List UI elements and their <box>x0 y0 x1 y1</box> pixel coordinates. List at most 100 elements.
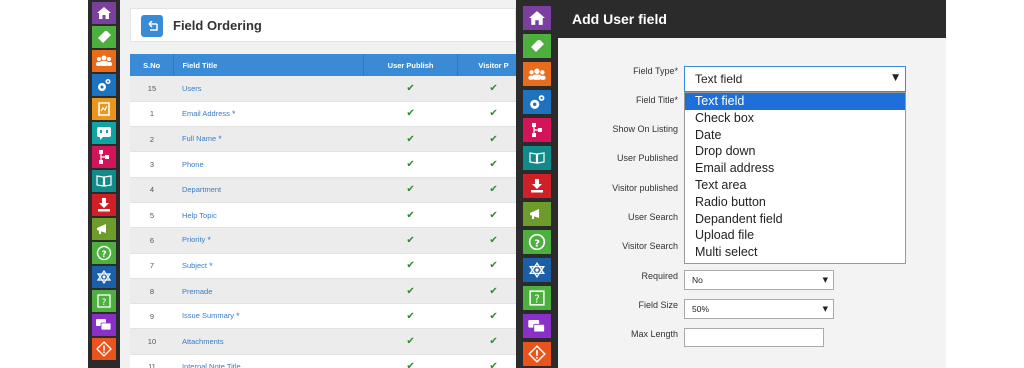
table-row[interactable]: 4 Department ✔ ✔ <box>130 177 516 203</box>
cell-field-title[interactable]: Issue Summary * <box>173 303 364 330</box>
table-row[interactable]: 7 Subject * ✔ ✔ <box>130 253 516 279</box>
book-icon[interactable] <box>523 146 551 170</box>
cell-visitor-publish[interactable]: ✔ <box>457 177 516 203</box>
cell-visitor-publish[interactable]: ✔ <box>457 202 516 229</box>
ticket-icon[interactable] <box>92 26 116 48</box>
cell-visitor-publish[interactable]: ✔ <box>457 227 516 254</box>
cell-visitor-publish[interactable]: ✔ <box>457 278 516 305</box>
field-title-link[interactable]: Department <box>182 185 221 194</box>
header-sno[interactable]: S.No <box>130 54 175 76</box>
megaphone-icon[interactable] <box>523 202 551 226</box>
cell-field-title[interactable]: Department <box>173 177 364 203</box>
field-title-link[interactable]: Subject <box>182 261 207 270</box>
field-type-option[interactable]: Date <box>685 127 905 144</box>
users-icon[interactable] <box>92 50 116 72</box>
field-title-link[interactable]: Phone <box>182 160 204 169</box>
header-field-title[interactable]: Field Title <box>173 54 365 76</box>
field-type-option[interactable]: Drop down <box>685 143 905 160</box>
header-visitor-publish[interactable]: Visitor P <box>457 54 516 76</box>
cell-field-title[interactable]: Attachments <box>173 328 364 355</box>
cell-user-publish[interactable]: ✔ <box>363 202 458 229</box>
megaphone-icon[interactable] <box>92 218 116 240</box>
cell-visitor-publish[interactable]: ✔ <box>457 126 516 153</box>
field-title-link[interactable]: Issue Summary <box>182 311 234 320</box>
field-title-link[interactable]: Priority <box>182 235 205 244</box>
warning-icon[interactable] <box>523 342 551 366</box>
question-card-icon[interactable]: ? <box>92 290 116 312</box>
cell-field-title[interactable]: Full Name * <box>173 126 364 153</box>
table-row[interactable]: 8 Premade ✔ ✔ <box>130 278 516 305</box>
field-title-link[interactable]: Attachments <box>182 337 224 346</box>
cell-user-publish[interactable]: ✔ <box>363 101 458 128</box>
arrow-back-icon[interactable] <box>141 15 163 37</box>
cell-user-publish[interactable]: ✔ <box>363 328 458 355</box>
cell-field-title[interactable]: Internal Note Title <box>173 354 364 368</box>
field-type-option[interactable]: Upload file <box>685 227 905 244</box>
field-type-select[interactable]: Text field ▼ <box>684 66 906 92</box>
cell-field-title[interactable]: Email Address * <box>173 101 364 128</box>
cell-visitor-publish[interactable]: ✔ <box>457 76 516 102</box>
cell-user-publish[interactable]: ✔ <box>363 227 458 254</box>
help-icon[interactable]: ? <box>92 242 116 264</box>
gears-icon[interactable] <box>92 74 116 96</box>
required-select[interactable]: No ▼ <box>684 270 834 290</box>
cell-user-publish[interactable]: ✔ <box>363 253 458 279</box>
cell-field-title[interactable]: Phone <box>173 151 364 178</box>
field-type-option[interactable]: Text area <box>685 177 905 194</box>
table-row[interactable]: 6 Priority * ✔ ✔ <box>130 227 516 254</box>
cell-visitor-publish[interactable]: ✔ <box>457 151 516 178</box>
cell-visitor-publish[interactable]: ✔ <box>457 253 516 279</box>
network-icon[interactable] <box>523 258 551 282</box>
table-row[interactable]: 5 Help Topic ✔ ✔ <box>130 202 516 229</box>
field-type-option[interactable]: Radio button <box>685 194 905 211</box>
table-row[interactable]: 10 Attachments ✔ ✔ <box>130 328 516 355</box>
field-type-option[interactable]: Check box <box>685 110 905 127</box>
cell-visitor-publish[interactable]: ✔ <box>457 101 516 128</box>
table-row[interactable]: 9 Issue Summary * ✔ ✔ <box>130 303 516 330</box>
field-title-link[interactable]: Help Topic <box>182 211 217 220</box>
field-title-link[interactable]: Full Name <box>182 134 216 143</box>
table-row[interactable]: 15 Users ✔ ✔ <box>130 76 516 102</box>
cell-visitor-publish[interactable]: ✔ <box>457 354 516 368</box>
book-icon[interactable] <box>92 170 116 192</box>
download-icon[interactable] <box>92 194 116 216</box>
ticket-icon[interactable] <box>523 34 551 58</box>
users-icon[interactable] <box>523 62 551 86</box>
field-title-link[interactable]: Users <box>182 84 202 93</box>
chat-icon[interactable] <box>92 122 116 144</box>
field-type-option[interactable]: Email address <box>685 160 905 177</box>
network-icon[interactable] <box>92 266 116 288</box>
field-type-option[interactable]: Text field <box>685 93 905 110</box>
home-icon[interactable] <box>523 6 551 30</box>
field-type-option[interactable]: Depandent field <box>685 211 905 228</box>
question-card-icon[interactable]: ? <box>523 286 551 310</box>
field-title-link[interactable]: Email Address <box>182 109 230 118</box>
cell-user-publish[interactable]: ✔ <box>363 126 458 153</box>
cell-user-publish[interactable]: ✔ <box>363 278 458 305</box>
cell-user-publish[interactable]: ✔ <box>363 354 458 368</box>
gears-icon[interactable] <box>523 90 551 114</box>
cell-field-title[interactable]: Priority * <box>173 227 364 254</box>
cell-field-title[interactable]: Subject * <box>173 253 364 279</box>
cell-field-title[interactable]: Users <box>173 76 364 102</box>
cell-user-publish[interactable]: ✔ <box>363 76 458 102</box>
cell-user-publish[interactable]: ✔ <box>363 151 458 178</box>
messages-icon[interactable] <box>92 314 116 336</box>
workflow-icon[interactable] <box>523 118 551 142</box>
max-length-input[interactable] <box>684 328 824 347</box>
field-title-link[interactable]: Premade <box>182 287 212 296</box>
warning-icon[interactable] <box>92 338 116 360</box>
report-icon[interactable] <box>92 98 116 120</box>
field-title-link[interactable]: Internal Note Title <box>182 362 241 368</box>
cell-field-title[interactable]: Premade <box>173 278 364 305</box>
download-icon[interactable] <box>523 174 551 198</box>
field-type-option[interactable]: Multi select <box>685 244 905 261</box>
field-size-select[interactable]: 50% ▼ <box>684 299 834 319</box>
cell-visitor-publish[interactable]: ✔ <box>457 328 516 355</box>
workflow-icon[interactable] <box>92 146 116 168</box>
table-row[interactable]: 2 Full Name * ✔ ✔ <box>130 126 516 153</box>
cell-visitor-publish[interactable]: ✔ <box>457 303 516 330</box>
table-row[interactable]: 3 Phone ✔ ✔ <box>130 151 516 178</box>
home-icon[interactable] <box>92 2 116 24</box>
table-row[interactable]: 11 Internal Note Title ✔ ✔ <box>130 354 516 368</box>
